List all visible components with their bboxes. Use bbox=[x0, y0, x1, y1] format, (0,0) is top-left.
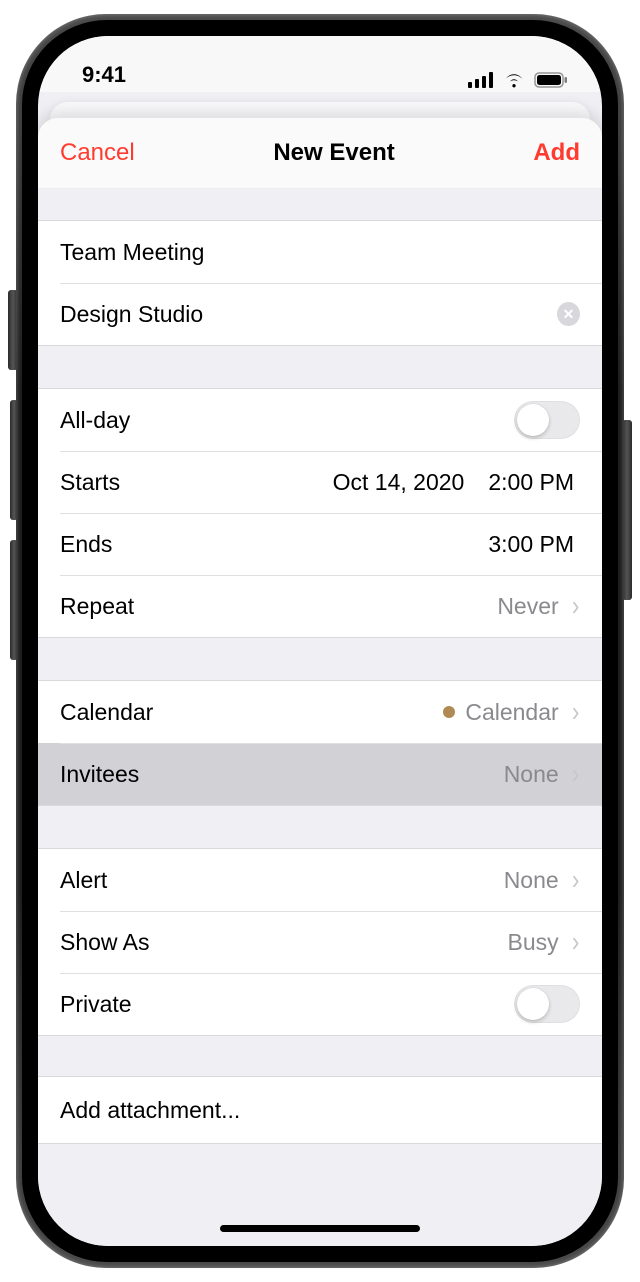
invitees-value: None bbox=[504, 761, 559, 788]
chevron-right-icon: › bbox=[572, 928, 579, 956]
navbar: Cancel New Event Add bbox=[38, 118, 602, 189]
calendar-label: Calendar bbox=[60, 699, 153, 726]
starts-row[interactable]: Starts Oct 14, 2020 2:00 PM bbox=[38, 451, 602, 513]
cellular-icon bbox=[468, 72, 494, 88]
invitees-label: Invitees bbox=[60, 761, 139, 788]
repeat-value: Never bbox=[497, 593, 558, 620]
starts-date: Oct 14, 2020 bbox=[333, 469, 465, 496]
title-location-group bbox=[38, 220, 602, 346]
chevron-right-icon: › bbox=[572, 760, 579, 788]
add-attachment-row[interactable]: Add attachment... bbox=[38, 1077, 602, 1143]
chevron-right-icon: › bbox=[572, 698, 579, 726]
ends-row[interactable]: Ends 3:00 PM bbox=[38, 513, 602, 575]
home-indicator[interactable] bbox=[220, 1225, 420, 1232]
add-button[interactable]: Add bbox=[533, 139, 580, 167]
attachment-group: Add attachment... bbox=[38, 1076, 602, 1144]
alert-group: Alert None › Show As Busy › Privat bbox=[38, 848, 602, 1036]
alert-label: Alert bbox=[60, 867, 107, 894]
alert-value: None bbox=[504, 867, 559, 894]
add-attachment-label: Add attachment... bbox=[60, 1097, 240, 1124]
chevron-right-icon: › bbox=[572, 592, 579, 620]
calendar-dot-icon bbox=[443, 706, 455, 718]
status-time: 9:41 bbox=[82, 62, 126, 88]
repeat-row[interactable]: Repeat Never › bbox=[38, 575, 602, 637]
date-group: All-day Starts Oct 14, 2020 2:00 PM Ends bbox=[38, 388, 602, 638]
clear-location-icon[interactable] bbox=[557, 302, 580, 326]
new-event-sheet: Cancel New Event Add bbox=[38, 118, 602, 1246]
event-title-input[interactable] bbox=[60, 239, 580, 266]
showas-value: Busy bbox=[508, 929, 559, 956]
cancel-button[interactable]: Cancel bbox=[60, 139, 135, 167]
calendar-value: Calendar bbox=[465, 699, 558, 726]
private-toggle[interactable] bbox=[514, 985, 580, 1023]
starts-label: Starts bbox=[60, 469, 120, 496]
showas-label: Show As bbox=[60, 929, 150, 956]
invitees-row[interactable]: Invitees None › bbox=[38, 743, 602, 805]
event-location-row[interactable] bbox=[38, 283, 602, 345]
screen: 9:41 bbox=[38, 36, 602, 1246]
allday-toggle[interactable] bbox=[514, 401, 580, 439]
event-title-row[interactable] bbox=[38, 221, 602, 283]
sheet-title: New Event bbox=[273, 139, 394, 167]
alert-row[interactable]: Alert None › bbox=[38, 849, 602, 911]
allday-row: All-day bbox=[38, 389, 602, 451]
showas-row[interactable]: Show As Busy › bbox=[38, 911, 602, 973]
chevron-right-icon: › bbox=[572, 866, 579, 894]
wifi-icon bbox=[502, 72, 526, 88]
starts-time: 2:00 PM bbox=[488, 469, 574, 496]
calendar-row[interactable]: Calendar Calendar › bbox=[38, 681, 602, 743]
status-bar: 9:41 bbox=[38, 36, 602, 92]
private-label: Private bbox=[60, 991, 132, 1018]
calendar-group: Calendar Calendar › Invitees None › bbox=[38, 680, 602, 806]
ends-label: Ends bbox=[60, 531, 112, 558]
allday-label: All-day bbox=[60, 407, 130, 434]
event-location-input[interactable] bbox=[60, 301, 557, 328]
repeat-label: Repeat bbox=[60, 593, 134, 620]
battery-icon bbox=[534, 72, 568, 88]
ends-time: 3:00 PM bbox=[488, 531, 574, 558]
private-row: Private bbox=[38, 973, 602, 1035]
